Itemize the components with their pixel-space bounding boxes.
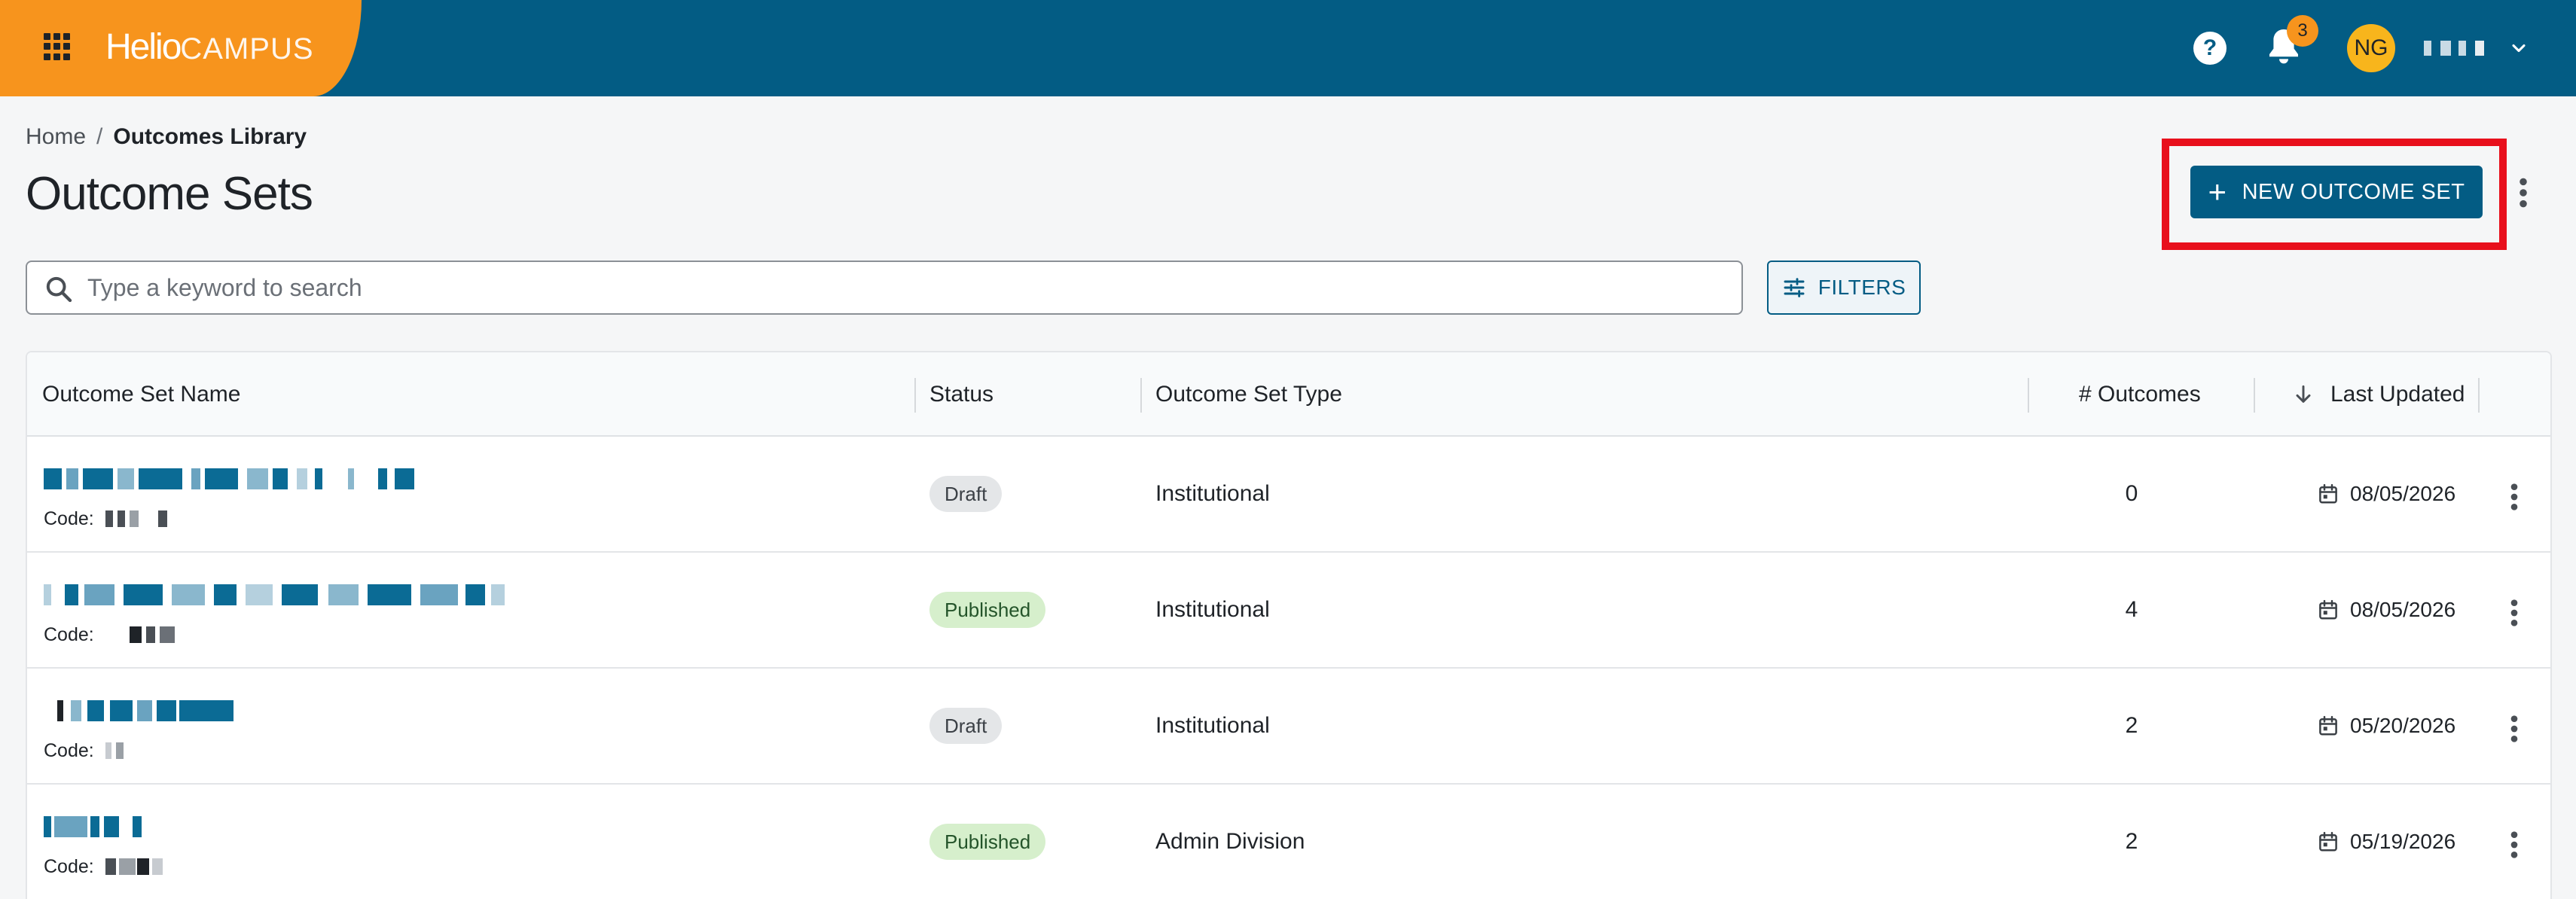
breadcrumb-separator: / [96, 124, 103, 149]
breadcrumb: Home / Outcomes Library [26, 123, 307, 151]
outcome-set-type: Institutional [1155, 597, 1270, 622]
help-icon[interactable]: ? [2193, 32, 2227, 65]
outcome-set-type: Institutional [1155, 481, 1270, 506]
last-updated-date: 05/20/2026 [2350, 714, 2456, 737]
breadcrumb-current: Outcomes Library [113, 124, 307, 149]
last-updated-cell: 05/20/2026 [2317, 709, 2455, 742]
calendar-icon [2319, 831, 2337, 852]
row-more-options-icon[interactable] [2505, 482, 2523, 512]
code-label: Code: [44, 740, 94, 761]
calendar-icon [2319, 715, 2337, 736]
code-label: Code: [44, 508, 94, 529]
status-badge: Published [929, 592, 1046, 628]
table-row[interactable]: Code: Draft Institutional 0 08/05/2026 [27, 437, 2550, 553]
row-more-options-icon[interactable] [2505, 714, 2523, 744]
apps-grid-icon[interactable] [44, 33, 71, 60]
table-row[interactable]: Code: Draft Institutional 2 05/20/2026 [27, 669, 2550, 785]
filter-sliders-icon [1784, 278, 1805, 297]
outcome-set-type: Institutional [1155, 713, 1270, 738]
column-header-name[interactable]: Outcome Set Name [42, 352, 240, 437]
user-name-redacted[interactable] [2424, 41, 2487, 56]
outcome-set-name-redacted[interactable] [44, 468, 571, 489]
outcome-set-type: Admin Division [1155, 829, 1305, 854]
plus-icon: + [2208, 174, 2227, 209]
last-updated-date: 08/05/2026 [2350, 482, 2456, 505]
sort-descending-arrow-icon[interactable] [2291, 382, 2315, 407]
new-outcome-set-button[interactable]: + NEW OUTCOME SET [2190, 166, 2483, 218]
outcome-set-name-redacted[interactable] [44, 700, 571, 721]
helio-campus-logo[interactable]: HelioCAMPUS [105, 26, 314, 71]
code-value-redacted [105, 510, 196, 527]
calendar-icon [2319, 483, 2337, 504]
search-input[interactable] [87, 268, 1722, 307]
logo-brand-suffix: CAMPUS [180, 32, 314, 66]
outcome-sets-table: Outcome Set Name Status Outcome Set Type… [26, 351, 2552, 899]
code-value-redacted [105, 858, 196, 875]
last-updated-cell: 08/05/2026 [2317, 477, 2455, 510]
brand-block: HelioCAMPUS [0, 0, 362, 96]
table-row[interactable]: Code: Published Admin Division 2 05/19/2… [27, 785, 2550, 899]
outcome-count: 4 [2125, 597, 2138, 622]
last-updated-date: 08/05/2026 [2350, 598, 2456, 621]
filters-label: FILTERS [1818, 276, 1906, 299]
new-outcome-set-label: NEW OUTCOME SET [2242, 179, 2465, 204]
code-value-redacted [105, 742, 196, 759]
last-updated-date: 05/19/2026 [2350, 830, 2456, 853]
search-icon [46, 276, 72, 303]
filters-button[interactable]: FILTERS [1767, 261, 1921, 315]
outcome-count: 2 [2125, 713, 2138, 738]
more-options-icon[interactable] [2514, 176, 2532, 209]
page-title: Outcome Sets [26, 168, 313, 220]
table-row[interactable]: Code: Published Institutional 4 08/05/20… [27, 553, 2550, 669]
status-badge: Draft [929, 476, 1003, 512]
status-badge: Draft [929, 708, 1003, 744]
table-header: Outcome Set Name Status Outcome Set Type… [27, 352, 2550, 437]
last-updated-cell: 05/19/2026 [2317, 825, 2455, 858]
code-label: Code: [44, 624, 94, 645]
status-badge: Published [929, 824, 1046, 860]
breadcrumb-home-link[interactable]: Home [26, 124, 86, 149]
row-more-options-icon[interactable] [2505, 598, 2523, 628]
outcome-count: 0 [2125, 481, 2138, 506]
outcome-set-name-redacted[interactable] [44, 816, 571, 837]
column-header-outcomes[interactable]: # Outcomes [2079, 352, 2201, 437]
column-header-type[interactable]: Outcome Set Type [1155, 352, 1342, 437]
column-header-last-updated[interactable]: Last Updated [2330, 352, 2465, 437]
notification-count-badge: 3 [2287, 15, 2318, 47]
outcome-count: 2 [2125, 829, 2138, 854]
calendar-icon [2319, 599, 2337, 620]
row-more-options-icon[interactable] [2505, 830, 2523, 860]
logo-brand-name: Helio [105, 27, 182, 67]
outcome-set-name-redacted[interactable] [44, 584, 571, 605]
user-avatar[interactable]: NG [2347, 24, 2395, 72]
code-label: Code: [44, 856, 94, 877]
last-updated-cell: 08/05/2026 [2317, 593, 2455, 626]
column-header-status[interactable]: Status [929, 352, 993, 437]
top-app-bar: HelioCAMPUS ? 3 NG [0, 0, 2576, 96]
search-box[interactable] [26, 261, 1743, 315]
code-value-redacted [105, 626, 196, 643]
chevron-down-icon[interactable] [2508, 38, 2529, 59]
